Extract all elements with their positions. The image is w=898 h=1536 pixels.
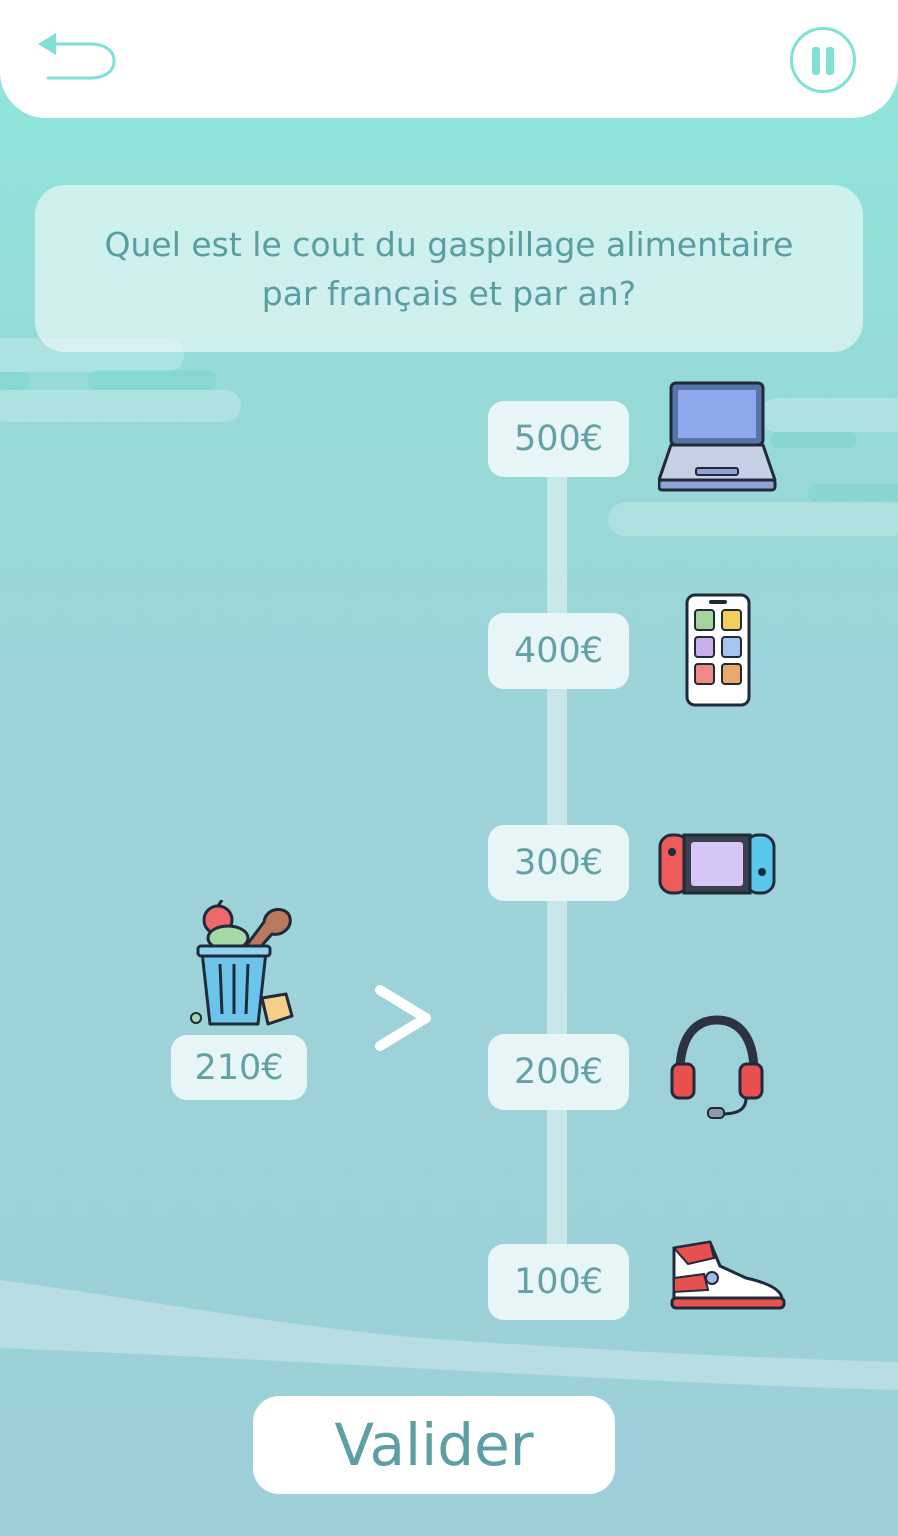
smartphone-icon xyxy=(684,592,752,712)
cloud-decoration xyxy=(0,390,241,422)
pause-button[interactable] xyxy=(790,27,856,93)
cloud-decoration xyxy=(808,484,898,502)
game-console-icon xyxy=(658,832,776,900)
cloud-decoration xyxy=(88,370,216,390)
sneaker-icon xyxy=(668,1238,788,1316)
scale-tick-500[interactable]: 500€ xyxy=(488,401,629,477)
scale-tick-200[interactable]: 200€ xyxy=(488,1034,629,1110)
scale-tick-100[interactable]: 100€ xyxy=(488,1244,629,1320)
cloud-decoration xyxy=(770,432,856,448)
laptop-icon xyxy=(657,380,778,498)
answer-value: 210€ xyxy=(171,1035,307,1100)
validate-button[interactable]: Valider xyxy=(253,1396,615,1494)
top-bar xyxy=(0,0,898,118)
food-waste-bin-icon xyxy=(186,899,296,1034)
scale-tick-400[interactable]: 400€ xyxy=(488,613,629,689)
undo-arrow-icon xyxy=(38,33,116,80)
headset-icon xyxy=(668,1014,766,1126)
cloud-decoration xyxy=(0,372,30,390)
question-text: Quel est le cout du gaspillage alimentai… xyxy=(104,224,794,313)
question-card: Quel est le cout du gaspillage alimentai… xyxy=(35,185,863,352)
greater-than-icon xyxy=(372,982,434,1054)
cloud-decoration xyxy=(608,502,898,536)
scale-tick-300[interactable]: 300€ xyxy=(488,825,629,901)
cloud-decoration xyxy=(760,398,898,432)
back-button[interactable] xyxy=(30,26,122,90)
